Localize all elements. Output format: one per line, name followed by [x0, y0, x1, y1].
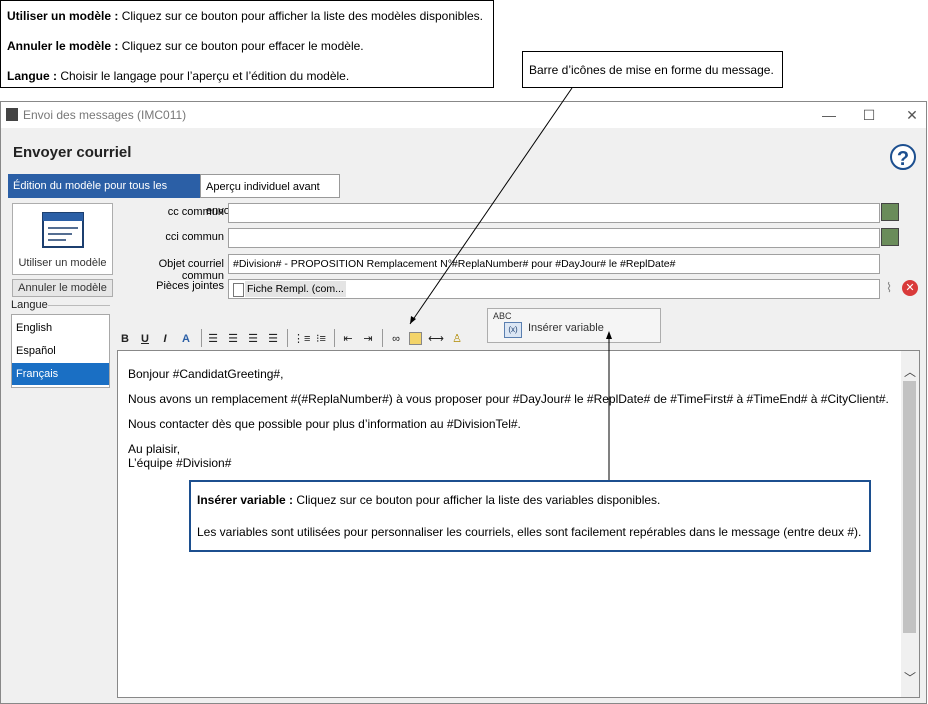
callout-line-language: Langue : Choisir le langage pour l’aperç… — [7, 69, 350, 83]
callout-arrows — [409, 87, 612, 480]
callout-line-cancel-template: Annuler le modèle : Cliquez sur ce bouto… — [7, 39, 364, 53]
callout-variable-line1: Insérer variable : Cliquez sur ce bouton… — [197, 493, 661, 507]
callout-toolbar: Barre d’icônes de mise en forme du messa… — [522, 51, 783, 88]
callout-toolbar-text: Barre d’icônes de mise en forme du messa… — [529, 63, 774, 77]
callout-insert-variable: Insérer variable : Cliquez sur ce bouton… — [189, 480, 871, 552]
callout-variable-line2: Les variables sont utilisées pour person… — [197, 525, 862, 539]
callout-template-language: Utiliser un modèle : Cliquez sur ce bout… — [0, 0, 494, 88]
callout-line-use-template: Utiliser un modèle : Cliquez sur ce bout… — [7, 9, 484, 23]
